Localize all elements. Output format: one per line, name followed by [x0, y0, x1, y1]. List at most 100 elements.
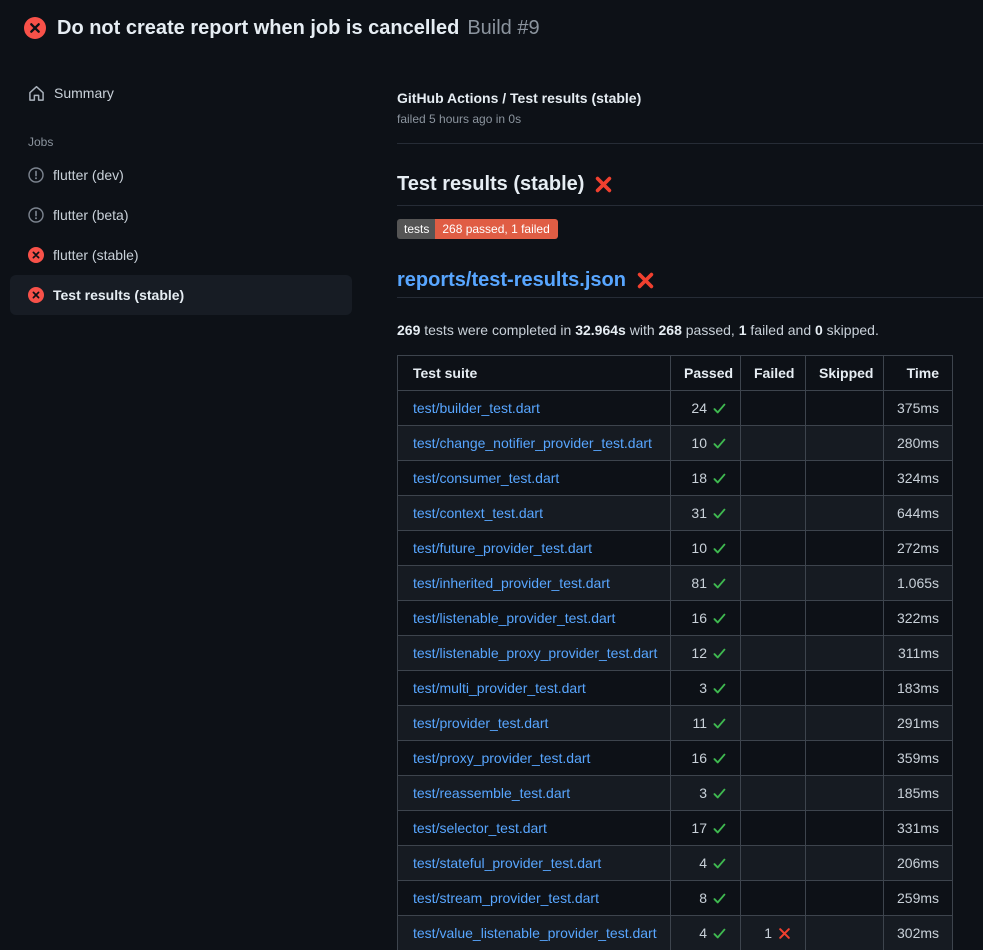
- passed-count: 4: [699, 853, 707, 873]
- skipped-cell: [806, 916, 884, 950]
- build-number: Build #9: [467, 17, 539, 40]
- check-icon: [712, 401, 727, 416]
- divider: [397, 143, 983, 144]
- skipped-cell: [806, 846, 884, 881]
- summary-part: with: [626, 322, 659, 338]
- passed-cell: 18: [671, 461, 741, 496]
- check-icon: [712, 716, 727, 731]
- time-cell: 183ms: [884, 671, 953, 706]
- table-row: test/listenable_proxy_provider_test.dart…: [398, 636, 953, 671]
- time-cell: 331ms: [884, 811, 953, 846]
- passed-count: 4: [699, 923, 707, 943]
- column-header-time: Time: [884, 356, 953, 391]
- table-row: test/value_listenable_provider_test.dart…: [398, 916, 953, 950]
- table-row: test/stateful_provider_test.dart 4 206ms: [398, 846, 953, 881]
- check-icon: [712, 506, 727, 521]
- sidebar-job-item-2[interactable]: flutter (stable): [10, 235, 352, 275]
- test-suite-link[interactable]: test/provider_test.dart: [413, 715, 548, 731]
- report-file-link[interactable]: reports/test-results.json: [397, 268, 626, 292]
- test-suite-link[interactable]: test/future_provider_test.dart: [413, 540, 592, 556]
- test-suite-link[interactable]: test/selector_test.dart: [413, 820, 547, 836]
- test-suite-link[interactable]: test/stateful_provider_test.dart: [413, 855, 601, 871]
- table-row: test/proxy_provider_test.dart 16 359ms: [398, 741, 953, 776]
- passed-count: 16: [691, 608, 707, 628]
- time-value: 280ms: [897, 435, 939, 451]
- time-cell: 375ms: [884, 391, 953, 426]
- test-suite-link[interactable]: test/consumer_test.dart: [413, 470, 559, 486]
- time-cell: 185ms: [884, 776, 953, 811]
- skipped-cell: [806, 881, 884, 916]
- time-cell: 644ms: [884, 496, 953, 531]
- time-value: 322ms: [897, 610, 939, 626]
- badge-label: tests: [397, 219, 435, 239]
- table-row: test/change_notifier_provider_test.dart …: [398, 426, 953, 461]
- skipped-cell: [806, 461, 884, 496]
- passed-cell: 3: [671, 776, 741, 811]
- test-suite-link[interactable]: test/listenable_provider_test.dart: [413, 610, 615, 626]
- test-suite-link[interactable]: test/change_notifier_provider_test.dart: [413, 435, 652, 451]
- check-icon: [712, 541, 727, 556]
- sidebar-job-label: flutter (dev): [53, 167, 124, 183]
- check-icon: [712, 576, 727, 591]
- skipped-cell: [806, 776, 884, 811]
- test-suite-link[interactable]: test/builder_test.dart: [413, 400, 540, 416]
- check-icon: [712, 786, 727, 801]
- test-suite-link[interactable]: test/stream_provider_test.dart: [413, 890, 599, 906]
- main-content: GitHub Actions / Test results (stable) f…: [380, 56, 983, 950]
- time-cell: 359ms: [884, 741, 953, 776]
- check-icon: [712, 926, 727, 941]
- time-value: 324ms: [897, 470, 939, 486]
- sidebar-job-label: flutter (beta): [53, 207, 128, 223]
- failed-cell: [741, 461, 806, 496]
- time-cell: 302ms: [884, 916, 953, 950]
- run-meta: failed 5 hours ago in 0s: [397, 112, 983, 127]
- check-icon: [712, 681, 727, 696]
- summary-part: tests were completed in: [420, 322, 575, 338]
- time-cell: 311ms: [884, 636, 953, 671]
- passed-count: 18: [691, 468, 707, 488]
- passed-cell: 11: [671, 706, 741, 741]
- passed-cell: 31: [671, 496, 741, 531]
- summary-part: passed,: [682, 322, 739, 338]
- sidebar-item-summary[interactable]: Summary: [0, 77, 380, 109]
- table-body: test/builder_test.dart 24 375ms test/cha…: [398, 391, 953, 950]
- passed-cell: 12: [671, 636, 741, 671]
- test-suite-link[interactable]: test/listenable_proxy_provider_test.dart: [413, 645, 657, 661]
- test-suite-cell: test/future_provider_test.dart: [398, 531, 671, 566]
- test-suite-link[interactable]: test/value_listenable_provider_test.dart: [413, 925, 657, 941]
- test-suite-link[interactable]: test/inherited_provider_test.dart: [413, 575, 610, 591]
- check-icon: [712, 611, 727, 626]
- sidebar-job-item-3[interactable]: Test results (stable): [10, 275, 352, 315]
- passed-cell: 4: [671, 846, 741, 881]
- skipped-cell: [806, 426, 884, 461]
- skipped-cell: [806, 706, 884, 741]
- test-suite-cell: test/stateful_provider_test.dart: [398, 846, 671, 881]
- time-value: 311ms: [898, 645, 939, 661]
- sidebar-job-item-0[interactable]: flutter (dev): [10, 155, 352, 195]
- table-header-row: Test suite Passed Failed Skipped Time: [398, 356, 953, 391]
- passed-cell: 4: [671, 916, 741, 950]
- passed-cell: 8: [671, 881, 741, 916]
- test-suite-link[interactable]: test/context_test.dart: [413, 505, 543, 521]
- time-value: 1.065s: [897, 575, 939, 591]
- table-row: test/consumer_test.dart 18 324ms: [398, 461, 953, 496]
- table-row: test/context_test.dart 31 644ms: [398, 496, 953, 531]
- passed-cell: 10: [671, 531, 741, 566]
- test-suite-link[interactable]: test/reassemble_test.dart: [413, 785, 570, 801]
- table-row: test/future_provider_test.dart 10 272ms: [398, 531, 953, 566]
- time-value: 359ms: [897, 750, 939, 766]
- sidebar-job-item-1[interactable]: flutter (beta): [10, 195, 352, 235]
- test-suite-link[interactable]: test/proxy_provider_test.dart: [413, 750, 590, 766]
- skipped-cell: [806, 391, 884, 426]
- time-cell: 1.065s: [884, 566, 953, 601]
- failed-cell: [741, 776, 806, 811]
- test-suite-cell: test/consumer_test.dart: [398, 461, 671, 496]
- time-cell: 259ms: [884, 881, 953, 916]
- skipped-cell: [806, 811, 884, 846]
- time-value: 375ms: [897, 400, 939, 416]
- test-suite-link[interactable]: test/multi_provider_test.dart: [413, 680, 586, 696]
- passed-count: 11: [692, 713, 707, 733]
- passed-cell: 16: [671, 741, 741, 776]
- time-cell: 322ms: [884, 601, 953, 636]
- test-suite-cell: test/context_test.dart: [398, 496, 671, 531]
